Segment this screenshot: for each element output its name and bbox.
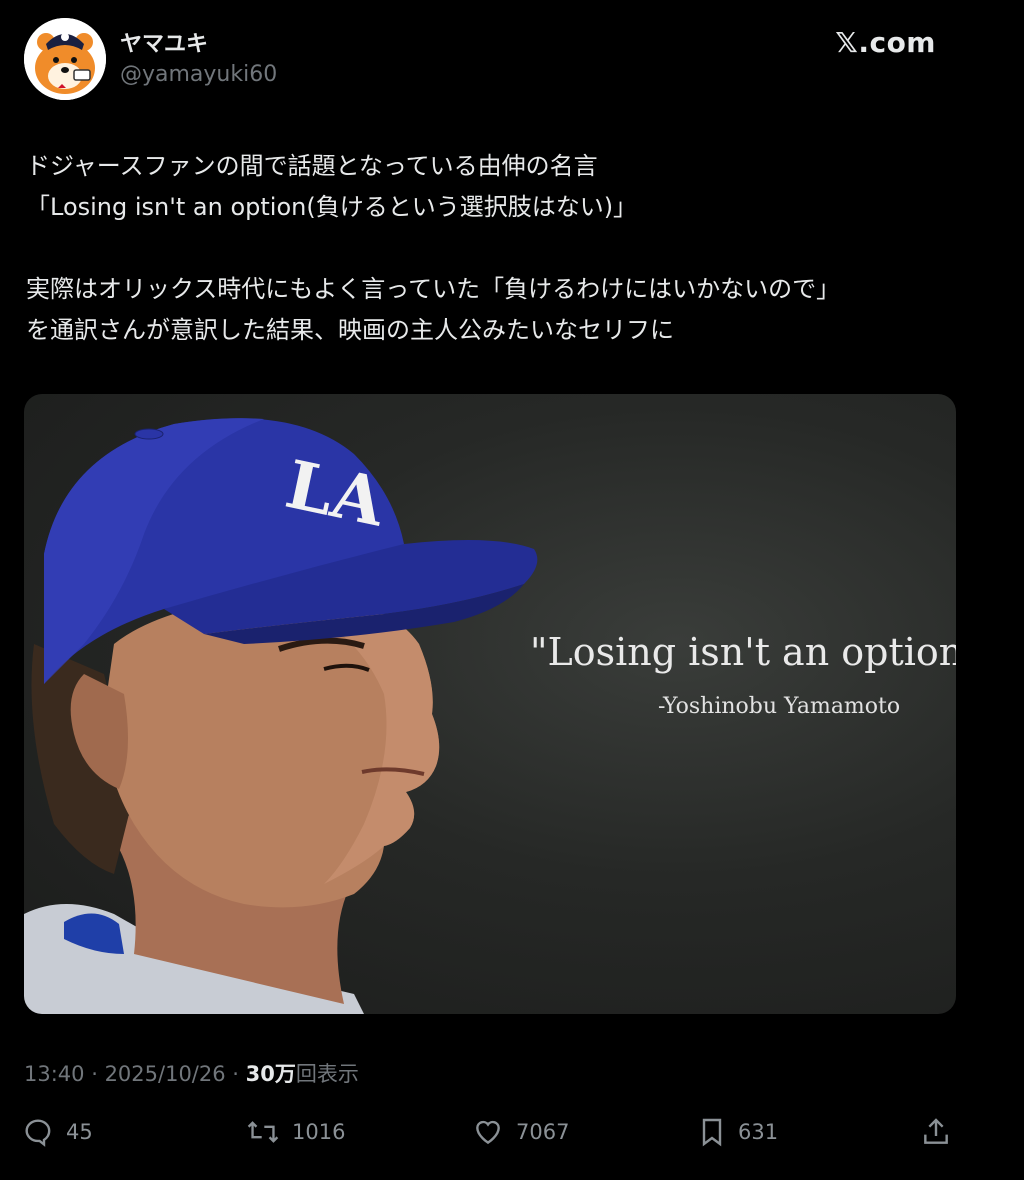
like-button[interactable]: 7067 (472, 1112, 569, 1152)
author-avatar[interactable] (24, 18, 106, 100)
reply-count: 45 (66, 1120, 93, 1144)
share-button[interactable] (920, 1112, 952, 1152)
tweet-image[interactable]: LA "Losing isn't an option" -Yoshinobu Y… (24, 394, 956, 1014)
author-handle[interactable]: @yamayuki60 (120, 62, 277, 87)
retweet-count: 1016 (292, 1120, 346, 1144)
views-label: 回表示 (295, 1062, 359, 1086)
tweet-line: ドジャースファンの間で話題となっている由伸の名言 (26, 152, 598, 180)
tweet-line: を通訳さんが意訳した結果、映画の主人公みたいなセリフに (26, 316, 674, 344)
image-attribution: -Yoshinobu Yamamoto (658, 694, 901, 719)
reply-icon (25, 1119, 51, 1147)
x-logo: 𝕏.com (835, 26, 936, 59)
tweet-line: 「Losing isn't an option(負けるという選択肢はない)」 (26, 193, 638, 221)
bookmark-button[interactable]: 631 (698, 1112, 778, 1152)
tanuki-mascot-avatar (24, 18, 106, 100)
reply-button[interactable]: 45 (22, 1112, 93, 1152)
action-bar: 45 1016 7067 631 (0, 1112, 1024, 1152)
image-quote: "Losing isn't an option" (530, 630, 956, 674)
share-icon (924, 1118, 948, 1144)
tweet-date[interactable]: 2025/10/26 (105, 1062, 226, 1086)
tweet-meta: 13:40 · 2025/10/26 · 30万回表示 (24, 1062, 359, 1086)
heart-icon (476, 1120, 500, 1145)
views-count: 30万 (245, 1062, 296, 1086)
retweet-button[interactable]: 1016 (246, 1112, 345, 1152)
tweet-line-break (26, 228, 986, 269)
tweet-line: 実際はオリックス時代にもよく言っていた「負けるわけにはいかないので」 (26, 275, 841, 303)
like-count: 7067 (516, 1120, 570, 1144)
bookmark-count: 631 (738, 1120, 779, 1144)
author-display-name[interactable]: ヤマユキ (120, 26, 208, 58)
retweet-icon (247, 1121, 279, 1143)
tweet-time[interactable]: 13:40 (24, 1062, 85, 1086)
tweet-text: ドジャースファンの間で話題となっている由伸の名言 「Losing isn't a… (26, 146, 986, 351)
bookmark-icon (702, 1118, 722, 1147)
